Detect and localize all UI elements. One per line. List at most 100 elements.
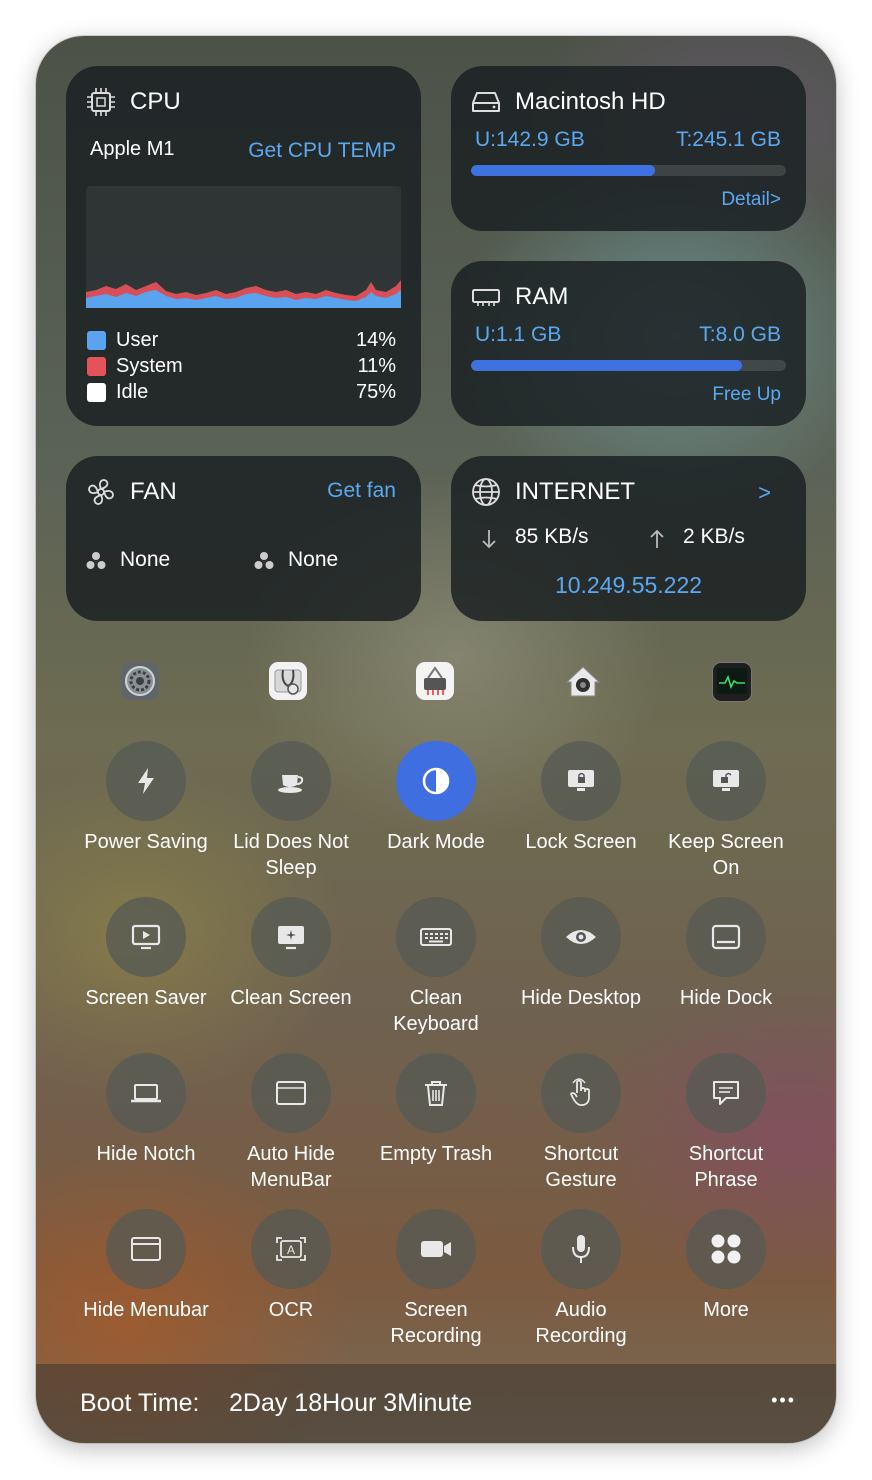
hide-notch-button[interactable]: Hide Notch — [74, 1053, 219, 1203]
ram-total: T:8.0 GB — [699, 323, 781, 346]
trash-icon — [422, 1078, 450, 1108]
cup-icon — [275, 766, 307, 796]
cpu-usage-graph — [86, 186, 401, 308]
internet-card: INTERNET > 85 KB/s 2 KB/s 10.249.55.222 — [451, 456, 806, 621]
internet-title: INTERNET — [515, 478, 635, 505]
disk-usage-fill — [471, 165, 655, 176]
shortcut-phrase-button[interactable]: Shortcut Phrase — [654, 1053, 799, 1203]
hard-drive-icon — [472, 92, 500, 112]
ram-free-up-button[interactable]: Free Up — [712, 384, 781, 406]
clean-keyboard-toggle[interactable] — [396, 897, 476, 977]
hide-desktop-label: Hide Desktop — [520, 987, 642, 1009]
disk-utility-icon[interactable] — [269, 662, 307, 700]
hide-menubar-toggle[interactable] — [106, 1209, 186, 1289]
ram-card: RAM U:1.1 GB T:8.0 GB Free Up — [451, 261, 806, 426]
memory-icon — [472, 289, 500, 306]
clean-keyboard-button[interactable]: Clean Keyboard — [364, 897, 509, 1047]
contrast-icon — [420, 765, 452, 797]
video-camera-icon — [419, 1237, 453, 1261]
laptop-icon — [129, 1081, 163, 1105]
hide-dock-toggle[interactable] — [686, 897, 766, 977]
audio-recording-toggle[interactable] — [541, 1209, 621, 1289]
dark-mode-button[interactable]: Dark Mode — [364, 741, 509, 891]
screen-saver-button[interactable]: Screen Saver — [74, 897, 219, 1047]
more-button[interactable]: More — [654, 1209, 799, 1359]
ocr-toggle[interactable]: A — [251, 1209, 331, 1289]
shortcut-gesture-button[interactable]: Shortcut Gesture — [509, 1053, 654, 1203]
disk-title: Macintosh HD — [515, 88, 666, 115]
lock-screen-label: Lock Screen — [525, 831, 637, 853]
upload-speed: 2 KB/s — [683, 525, 745, 548]
fan-1-value: None — [120, 548, 171, 571]
ocr-button[interactable]: A OCR — [219, 1209, 364, 1359]
keep-screen-on-button[interactable]: Keep Screen On — [654, 741, 799, 891]
idle-swatch — [87, 383, 106, 402]
keep-screen-on-label: Keep Screen On — [668, 831, 784, 879]
download-speed: 85 KB/s — [515, 525, 589, 548]
hide-dock-label: Hide Dock — [679, 987, 773, 1009]
download-arrow-icon — [482, 530, 496, 549]
lock-screen-button[interactable]: Lock Screen — [509, 741, 654, 891]
footer-bar: Boot Time: 2Day 18Hour 3Minute ••• — [36, 1364, 836, 1443]
hide-desktop-toggle[interactable] — [541, 897, 621, 977]
screen-recording-label: Screen Recording — [390, 1299, 482, 1347]
fan-1-icon — [86, 552, 106, 569]
globe-icon — [472, 478, 500, 506]
disk-detail-link[interactable]: Detail> — [721, 189, 781, 211]
power-saving-toggle[interactable] — [106, 741, 186, 821]
dark-mode-label: Dark Mode — [387, 831, 485, 853]
shortcut-gesture-toggle[interactable] — [541, 1053, 621, 1133]
lock-screen-toggle[interactable] — [541, 741, 621, 821]
clean-screen-button[interactable]: Clean Screen — [219, 897, 364, 1047]
audio-recording-button[interactable]: Audio Recording — [509, 1209, 654, 1359]
hide-menubar-button[interactable]: Hide Menubar — [74, 1209, 219, 1359]
ram-used: U:1.1 GB — [475, 323, 562, 346]
shortcut-phrase-toggle[interactable] — [686, 1053, 766, 1133]
grid-dots-icon — [709, 1232, 743, 1266]
get-fan-link[interactable]: Get fan — [327, 479, 396, 503]
fan-2-value: None — [288, 548, 339, 571]
lid-does-not-sleep-button[interactable]: Lid Does Not Sleep — [219, 741, 364, 891]
empty-trash-button[interactable]: Empty Trash — [364, 1053, 509, 1203]
screen-recording-button[interactable]: Screen Recording — [364, 1209, 509, 1359]
cpu-model: Apple M1 — [90, 138, 175, 160]
bolt-icon — [131, 766, 161, 796]
auto-hide-menubar-button[interactable]: Auto Hide MenuBar — [219, 1053, 364, 1203]
chip-icon — [87, 88, 115, 116]
clean-screen-toggle[interactable] — [251, 897, 331, 977]
empty-trash-label: Empty Trash — [379, 1143, 493, 1165]
ram-usage-bar — [471, 360, 786, 371]
system-settings-icon[interactable] — [121, 662, 159, 700]
hide-menubar-label: Hide Menubar — [83, 1299, 209, 1321]
internet-more-button[interactable]: > — [758, 480, 771, 506]
microphone-icon — [567, 1233, 595, 1265]
hand-pointer-icon — [566, 1077, 596, 1109]
auto-hide-menubar-toggle[interactable] — [251, 1053, 331, 1133]
screen-recording-toggle[interactable] — [396, 1209, 476, 1289]
more-options-button[interactable]: ••• — [771, 1390, 796, 1411]
hide-desktop-button[interactable]: Hide Desktop — [509, 897, 654, 1047]
empty-trash-toggle[interactable] — [396, 1053, 476, 1133]
power-saving-button[interactable]: Power Saving — [74, 741, 219, 891]
network-utility-icon[interactable] — [416, 662, 454, 700]
get-cpu-temp-link[interactable]: Get CPU TEMP — [248, 139, 396, 163]
cpu-title: CPU — [130, 88, 181, 115]
more-toggle[interactable] — [686, 1209, 766, 1289]
hide-notch-toggle[interactable] — [106, 1053, 186, 1133]
fan-card: FAN Get fan None None — [66, 456, 421, 621]
unlock-display-icon — [710, 766, 742, 796]
hide-dock-button[interactable]: Hide Dock — [654, 897, 799, 1047]
legend-idle-label: Idle — [116, 381, 149, 403]
screen-saver-toggle[interactable] — [106, 897, 186, 977]
dark-mode-toggle[interactable] — [396, 741, 476, 821]
ram-usage-fill — [471, 360, 742, 371]
keep-screen-on-toggle[interactable] — [686, 741, 766, 821]
speech-bubble-icon — [710, 1078, 742, 1108]
power-saving-label: Power Saving — [84, 831, 208, 853]
lid-does-not-sleep-toggle[interactable] — [251, 741, 331, 821]
home-app-icon[interactable] — [564, 662, 602, 700]
ip-address[interactable]: 10.249.55.222 — [451, 572, 806, 599]
sparkle-display-icon — [275, 922, 307, 952]
shortcut-phrase-label: Shortcut Phrase — [688, 1143, 764, 1191]
activity-monitor-icon[interactable] — [712, 662, 752, 702]
